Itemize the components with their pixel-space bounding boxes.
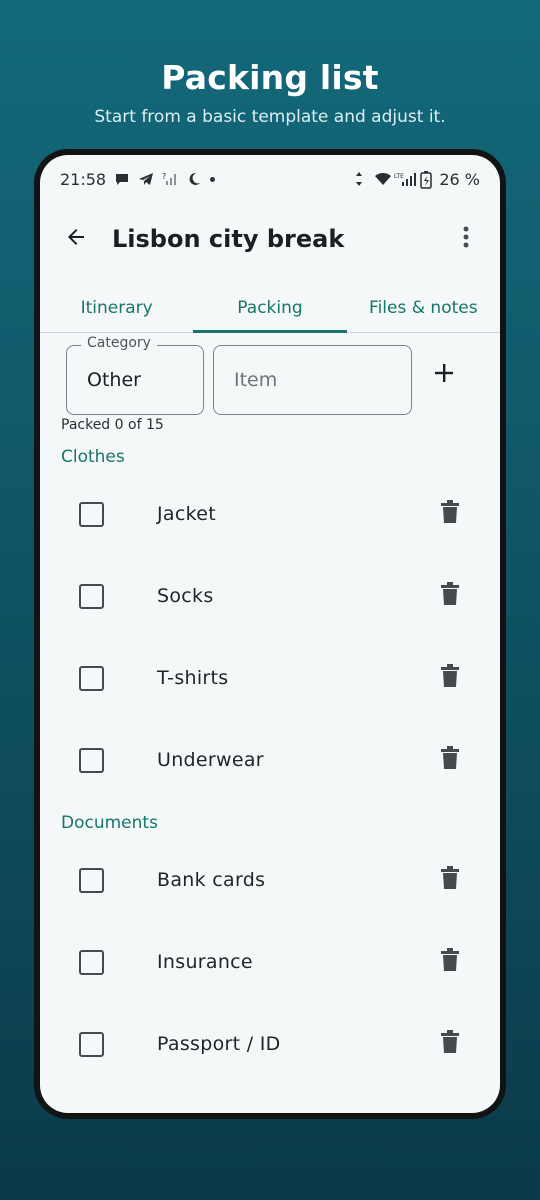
battery-charging-icon — [420, 171, 433, 189]
back-button[interactable] — [52, 215, 100, 263]
item-checkbox[interactable] — [79, 1031, 104, 1057]
category-select[interactable]: Category Other — [66, 335, 204, 415]
section-header-0: Clothes — [61, 447, 125, 467]
telegram-icon — [138, 171, 154, 187]
no-signal-icon: ? — [162, 171, 178, 187]
item-label: Socks — [157, 585, 214, 607]
item-label: T-shirts — [157, 667, 229, 689]
category-label: Category — [81, 335, 157, 351]
trash-icon — [441, 746, 459, 774]
phone-frame: 21:58 ? LTE 26 % Lisbon city break Itine… — [34, 149, 506, 1119]
item-label: Underwear — [157, 749, 264, 771]
item-checkbox[interactable] — [79, 583, 104, 609]
data-arrows-icon — [354, 171, 370, 187]
list-item: Underwear — [40, 719, 500, 801]
list-item: Bank cards — [40, 839, 500, 921]
svg-text:LTE: LTE — [394, 173, 404, 180]
tab-itinerary[interactable]: Itinerary — [40, 283, 193, 332]
list-item: Socks — [40, 555, 500, 637]
packed-summary: Packed 0 of 15 — [61, 417, 164, 433]
item-checkbox[interactable] — [79, 747, 104, 773]
promo-subtitle: Start from a basic template and adjust i… — [94, 107, 446, 127]
trash-icon — [441, 866, 459, 894]
delete-item-button[interactable] — [438, 746, 462, 774]
trash-icon — [441, 948, 459, 976]
trip-title: Lisbon city break — [112, 225, 345, 253]
delete-item-button[interactable] — [438, 866, 462, 894]
tab-bar: Itinerary Packing Files & notes — [40, 283, 500, 333]
moon-icon — [186, 171, 202, 187]
item-checkbox[interactable] — [79, 949, 104, 975]
section-header-1: Documents — [61, 813, 158, 833]
status-time: 21:58 — [60, 169, 107, 189]
list-item: T-shirts — [40, 637, 500, 719]
item-checkbox[interactable] — [79, 665, 104, 691]
more-options-button[interactable] — [446, 215, 486, 263]
delete-item-button[interactable] — [438, 500, 462, 528]
lte-signal-icon: LTE — [394, 171, 417, 187]
list-item: Insurance — [40, 921, 500, 1003]
chat-bubble-icon — [114, 171, 130, 187]
trash-icon — [441, 664, 459, 692]
tab-packing[interactable]: Packing — [193, 283, 347, 333]
list-item: Jacket — [40, 473, 500, 555]
item-input[interactable]: Item — [213, 345, 412, 415]
more-vert-icon — [463, 226, 469, 252]
trash-icon — [441, 582, 459, 610]
delete-item-button[interactable] — [438, 582, 462, 610]
app-screen: 21:58 ? LTE 26 % Lisbon city break Itine… — [40, 155, 500, 1113]
trash-icon — [441, 1030, 459, 1058]
delete-item-button[interactable] — [438, 664, 462, 692]
item-label: Passport / ID — [157, 1033, 281, 1055]
add-item-button[interactable] — [424, 355, 464, 395]
list-item: Passport / ID — [40, 1003, 500, 1085]
tab-files-notes[interactable]: Files & notes — [347, 283, 500, 332]
item-placeholder: Item — [234, 369, 278, 391]
arrow-left-icon — [64, 225, 88, 253]
trash-icon — [441, 500, 459, 528]
item-label: Insurance — [157, 951, 253, 973]
category-value: Other — [87, 369, 141, 391]
item-checkbox[interactable] — [79, 501, 104, 527]
app-bar: Lisbon city break — [40, 211, 500, 267]
item-label: Jacket — [157, 503, 216, 525]
dot-icon — [210, 176, 216, 182]
delete-item-button[interactable] — [438, 1030, 462, 1058]
promo-title: Packing list — [161, 58, 379, 97]
status-bar: 21:58 ? LTE 26 % — [40, 155, 500, 203]
plus-icon — [434, 363, 454, 387]
item-checkbox[interactable] — [79, 867, 104, 893]
item-label: Bank cards — [157, 869, 266, 891]
delete-item-button[interactable] — [438, 948, 462, 976]
battery-percent: 26 % — [439, 169, 480, 189]
svg-text:?: ? — [162, 172, 166, 181]
wifi-icon — [374, 171, 392, 187]
